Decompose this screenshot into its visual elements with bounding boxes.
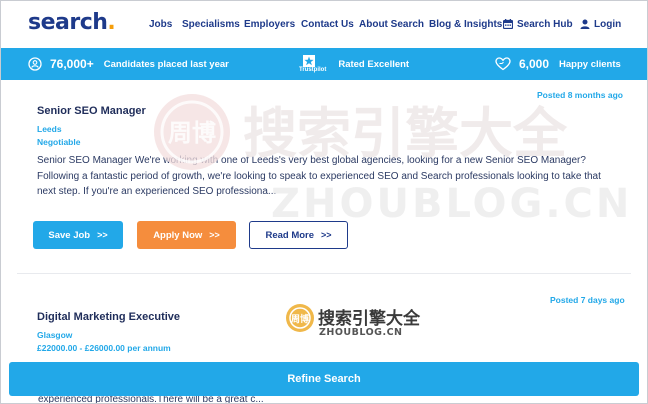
nav-search-hub[interactable]: Search Hub [503, 19, 573, 30]
job-salary: £22000.00 - £26000.00 per annum [37, 343, 171, 353]
read-more-button[interactable]: Read More >> [249, 221, 348, 249]
nav-search-hub-label: Search Hub [517, 19, 573, 30]
rating-label: Rated Excellent [338, 58, 410, 70]
stat-rating: Trustpilot Rated Excellent [299, 48, 409, 80]
job-salary: Negotiable [37, 137, 81, 147]
job-card: Posted 8 months ago Senior SEO Manager L… [17, 80, 631, 273]
trustpilot-brand: Trustpilot [299, 66, 327, 73]
stat-candidates: 76,000+ Candidates placed last year [28, 48, 229, 80]
job-description: Senior SEO Manager We're working with on… [37, 155, 601, 197]
save-job-button[interactable]: Save Job >> [33, 221, 123, 249]
browser-viewport: search. Jobs Specialisms Employers Conta… [0, 0, 648, 404]
handshake-badge-icon [28, 57, 42, 71]
job-posted-date: Posted 8 months ago [537, 90, 623, 100]
nav-login-label: Login [594, 19, 622, 30]
refine-search-label: Refine Search [287, 373, 361, 385]
job-title[interactable]: Senior SEO Manager [37, 105, 146, 117]
clients-count: 6,000 [519, 57, 550, 71]
calendar-icon [503, 19, 513, 29]
read-more-label: Read More [265, 229, 315, 241]
refine-search-button[interactable]: Refine Search [9, 362, 639, 396]
nav-contact-us[interactable]: Contact Us [301, 19, 354, 30]
nav-employers[interactable]: Employers [244, 19, 295, 30]
job-results-list: Posted 8 months ago Senior SEO Manager L… [17, 80, 631, 403]
double-chevron-right-icon: >> [321, 230, 332, 240]
nav-about-search[interactable]: About Search [359, 19, 424, 30]
trustpilot-badge[interactable]: Trustpilot [299, 54, 327, 74]
job-posted-date: Posted 7 days ago [550, 295, 625, 305]
job-location: Leeds [37, 124, 62, 134]
nav-specialisms[interactable]: Specialisms [182, 19, 240, 30]
save-job-label: Save Job [48, 229, 91, 241]
site-header: search. Jobs Specialisms Employers Conta… [1, 1, 647, 48]
nav-blog-insights[interactable]: Blog & Insights [429, 19, 502, 30]
job-location: Glasgow [37, 330, 73, 340]
apply-now-label: Apply Now [153, 229, 203, 241]
user-icon [580, 19, 590, 29]
nav-login[interactable]: Login [580, 19, 621, 30]
stats-bar: 76,000+ Candidates placed last year Trus… [1, 48, 647, 80]
candidates-count: 76,000+ [50, 57, 94, 71]
main-nav: Jobs Specialisms Employers Contact Us Ab… [1, 19, 647, 33]
candidates-label: Candidates placed last year [103, 58, 229, 70]
nav-jobs[interactable]: Jobs [149, 19, 172, 30]
stat-clients: 6,000 Happy clients [495, 48, 621, 80]
star-icon [302, 54, 315, 67]
job-title[interactable]: Digital Marketing Executive [37, 311, 180, 323]
double-chevron-right-icon: >> [97, 230, 108, 240]
apply-now-button[interactable]: Apply Now >> [137, 221, 236, 249]
clients-label: Happy clients [559, 58, 621, 70]
heart-hand-icon [495, 57, 511, 71]
double-chevron-right-icon: >> [209, 230, 220, 240]
